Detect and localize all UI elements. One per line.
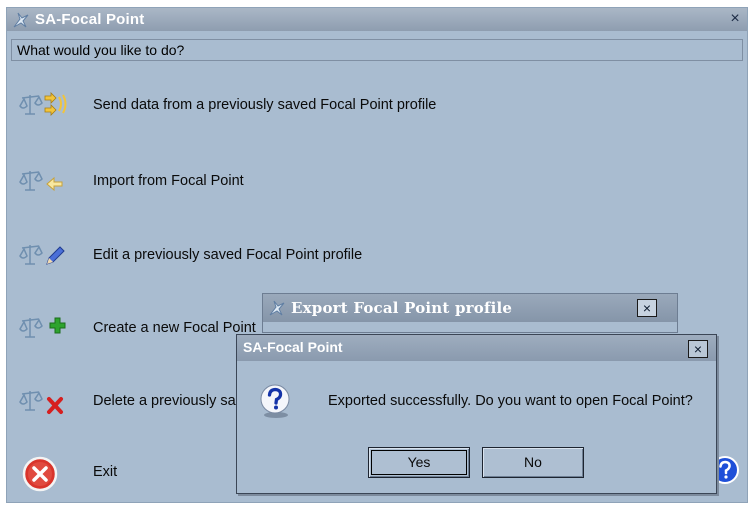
export-dialog: Export Focal Point profile × — [262, 293, 678, 333]
menu-label-edit: Edit a previously saved Focal Point prof… — [93, 247, 363, 263]
scale-send-icon — [17, 89, 79, 121]
confirmation-dialog-titlebar[interactable]: SA-Focal Point × — [237, 335, 716, 361]
yes-button[interactable]: Yes — [368, 447, 470, 478]
menu-label-exit: Exit — [93, 464, 118, 480]
scale-create-icon — [17, 312, 79, 344]
menu-item-exit[interactable]: Exit — [17, 454, 118, 492]
menu-label-delete: Delete a previously sa — [93, 393, 236, 409]
main-close-button[interactable]: × — [726, 10, 744, 28]
menu-label-send-data: Send data from a previously saved Focal … — [93, 97, 437, 113]
menu-label-create: Create a new Focal Point — [93, 320, 256, 336]
menu-item-import[interactable]: Import from Focal Point — [17, 163, 244, 199]
focal-point-app-icon — [11, 10, 31, 30]
export-dialog-titlebar[interactable]: Export Focal Point profile — [263, 294, 677, 322]
exit-icon — [17, 456, 79, 492]
prompt-label: What would you like to do? — [11, 39, 743, 61]
menu-item-create[interactable]: Create a new Focal Point — [17, 310, 256, 346]
menu-item-edit[interactable]: Edit a previously saved Focal Point prof… — [17, 237, 362, 273]
confirmation-dialog-close-button[interactable]: × — [688, 340, 708, 358]
no-button[interactable]: No — [482, 447, 584, 478]
scale-edit-icon — [17, 239, 79, 271]
menu-item-send-data[interactable]: Send data from a previously saved Focal … — [17, 87, 436, 123]
menu-label-import: Import from Focal Point — [93, 173, 244, 189]
confirmation-message: Exported successfully. Do you want to op… — [328, 393, 693, 409]
scale-import-icon — [17, 165, 79, 197]
confirmation-dialog-title: SA-Focal Point — [243, 339, 343, 355]
export-dialog-close-button[interactable]: × — [637, 299, 657, 317]
scale-delete-icon — [17, 385, 79, 417]
focal-point-app-icon — [267, 298, 287, 318]
menu-item-delete[interactable]: Delete a previously sa — [17, 383, 236, 419]
export-dialog-title: Export Focal Point profile — [291, 299, 513, 317]
question-icon — [255, 381, 295, 421]
main-titlebar[interactable]: SA-Focal Point × — [7, 8, 747, 31]
confirmation-dialog: SA-Focal Point × Exported successfully. … — [236, 334, 717, 494]
main-window-title: SA-Focal Point — [35, 11, 145, 28]
